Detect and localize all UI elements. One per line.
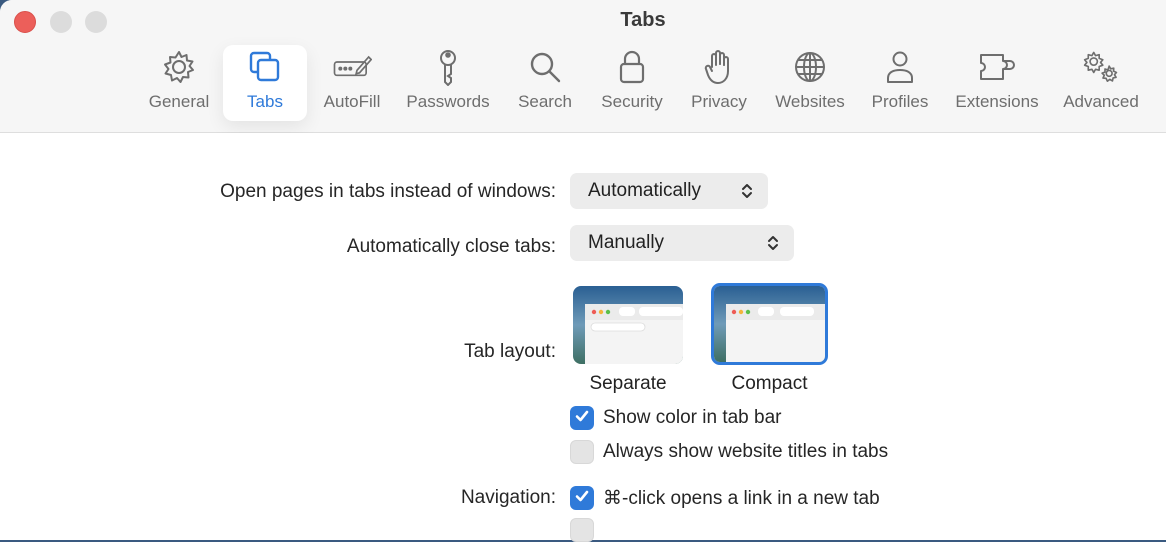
globe-icon [790,48,830,86]
window-titlebar: Tabs General Tabs AutoFill Passwords Sea… [0,0,1166,133]
next-option-checkbox[interactable] [570,518,594,542]
toolbar-search[interactable]: Search [516,48,574,120]
tabs-settings-pane: Open pages in tabs instead of windows: A… [0,133,1166,542]
open-pages-label: Open pages in tabs instead of windows: [220,181,556,202]
magnifier-icon [525,48,565,86]
checkmark-icon [574,408,590,429]
hand-icon [699,48,739,86]
toolbar-tabs-label: Tabs [247,92,283,111]
settings-window: Tabs General Tabs AutoFill Passwords Sea… [0,0,1166,542]
layout-separate-label: Separate [589,373,667,394]
toolbar-autofill-label: AutoFill [323,92,381,111]
close-tabs-value: Manually [588,232,665,253]
close-tabs-popup[interactable]: Manually [570,225,794,261]
show-color-label: Show color in tab bar [603,407,782,428]
pencil-field-icon [332,48,372,86]
navigation-label: Navigation: [460,487,556,508]
toolbar-websites-label: Websites [775,92,845,111]
chevron-updown-icon [766,233,780,259]
toolbar-privacy-label: Privacy [691,92,747,111]
gears-icon [1081,48,1121,86]
lock-icon [612,48,652,86]
toolbar-security-label: Security [601,92,663,111]
toolbar-autofill[interactable]: AutoFill [320,48,384,120]
toolbar-security[interactable]: Security [598,48,666,120]
toolbar-extensions-label: Extensions [955,92,1039,111]
toolbar-general-label: General [148,92,210,111]
toolbar-tabs[interactable]: Tabs [236,48,294,120]
key-icon [428,48,468,86]
toolbar-privacy[interactable]: Privacy [689,48,749,120]
open-pages-popup[interactable]: Automatically [570,173,768,209]
cmd-click-label: ⌘-click opens a link in a new tab [603,488,880,509]
tab-layout-label: Tab layout: [464,341,556,362]
show-titles-label: Always show website titles in tabs [603,441,889,462]
gear-icon [159,48,199,86]
layout-separate-thumbnail[interactable] [573,286,683,364]
toolbar-extensions[interactable]: Extensions [953,48,1041,120]
puzzle-icon [977,48,1017,86]
toolbar-profiles-label: Profiles [871,92,929,111]
close-tabs-label: Automatically close tabs: [346,236,556,257]
toolbar-websites[interactable]: Websites [772,48,848,120]
toolbar-profiles[interactable]: Profiles [869,48,931,120]
open-pages-value: Automatically [588,180,701,201]
toolbar-passwords-label: Passwords [406,92,490,111]
show-color-checkbox[interactable] [570,406,594,430]
toolbar-advanced-label: Advanced [1063,92,1139,111]
layout-compact-thumbnail[interactable] [711,283,828,365]
toolbar-passwords[interactable]: Passwords [405,48,491,120]
chevron-updown-icon [740,181,754,207]
checkmark-icon [574,488,590,509]
toolbar-search-label: Search [518,92,572,111]
person-icon [880,48,920,86]
toolbar-advanced[interactable]: Advanced [1061,48,1141,120]
show-titles-checkbox[interactable] [570,440,594,464]
window-title: Tabs [620,9,666,31]
layout-compact-label: Compact [731,373,808,394]
toolbar-general[interactable]: General [148,48,210,120]
tabs-icon [245,48,285,86]
cmd-click-checkbox[interactable] [570,486,594,510]
